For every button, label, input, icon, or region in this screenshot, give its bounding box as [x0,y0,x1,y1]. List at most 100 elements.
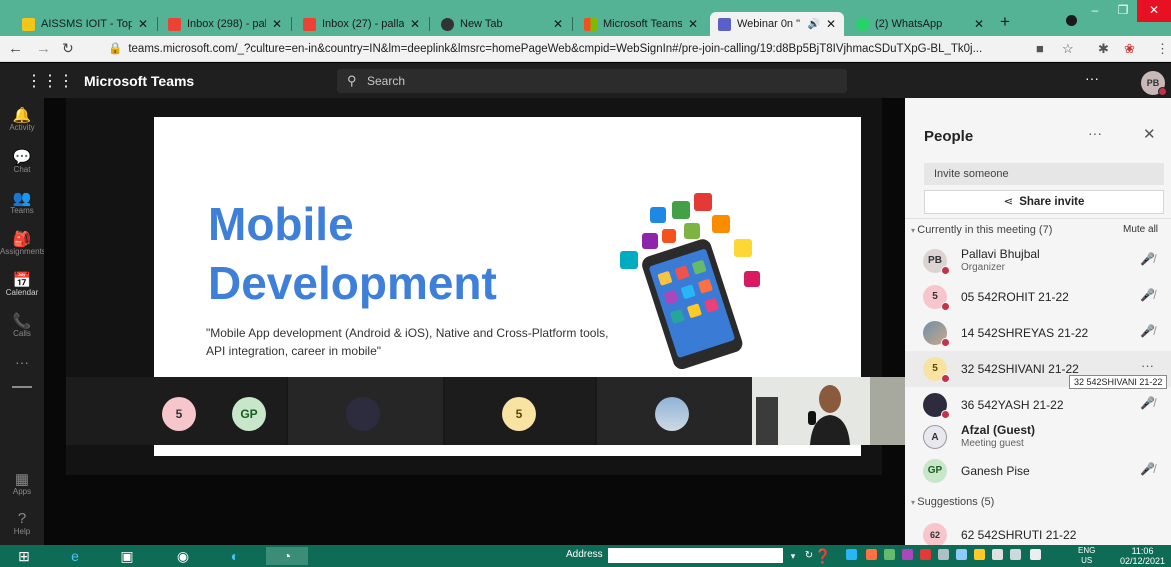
suggestion-row[interactable]: 62 62 542SHRUTI 21-22 [905,517,1171,545]
mic-muted-icon[interactable]: 🎤̸ [1140,396,1155,410]
camera-app-icon[interactable]: ◉ [172,547,194,565]
tray-icon[interactable] [974,549,985,560]
mic-muted-icon[interactable]: 🎤̸ [1140,252,1155,266]
mute-all-button[interactable]: Mute all [1123,224,1158,235]
back-icon[interactable]: ← [8,40,23,57]
language-indicator[interactable]: ENG US [1078,546,1095,566]
participant-row[interactable]: 36 542YASH 21-22 🎤̸ [905,387,1171,423]
notification-flag-icon[interactable] [1030,549,1041,560]
search-input[interactable]: ⚲ Search [337,69,847,93]
browser-tab-webinar[interactable]: Webinar 0n " 🔊 ✕ [710,12,844,36]
rail-item-help[interactable]: ? Help [0,510,44,536]
speaker-icon[interactable]: 🔊 [807,19,819,30]
participant-row[interactable]: 14 542SHREYAS 21-22 🎤̸ [905,315,1171,351]
participant-row[interactable]: 5 05 542ROHIT 21-22 🎤̸ [905,279,1171,315]
address-toolbar-input[interactable] [608,548,783,563]
help-tray-icon[interactable]: ❓ [813,547,833,565]
suggestions-label: Suggestions (5) [917,496,995,508]
rail-item-assignments[interactable]: 🎒 Assignments [0,230,46,256]
close-tab-icon[interactable]: ✕ [688,17,698,31]
browser-menu-icon[interactable]: ⋮ [1156,41,1169,57]
forward-icon[interactable]: → [36,40,51,57]
lock-icon: 🔒 [108,43,123,55]
extensions-icon[interactable]: ✱ [1098,41,1109,57]
my-avatar[interactable]: PB [1141,71,1167,96]
share-invite-button[interactable]: ⋖ Share invite [924,190,1164,214]
rail-item-apps[interactable]: ▦ Apps [0,470,44,496]
extension-icon[interactable]: ❀ [1124,41,1135,57]
participant-avatar-image [655,397,689,431]
apps-icon: ▦ [14,471,30,488]
bookmark-star-icon[interactable]: ☆ [1062,41,1074,57]
system-clock[interactable]: 11:06 02/12/2021 [1120,546,1165,566]
browser-tab-new-tab[interactable]: New Tab ✕ [433,12,571,36]
reload-icon[interactable]: ↻ [62,40,74,57]
rail-item-calls[interactable]: 📞 Calls [0,312,44,338]
edge-icon[interactable]: ◐ [224,547,246,565]
url-field[interactable]: 🔒 teams.microsoft.com/_?culture=en-in&cou… [108,39,1028,59]
browser-tab-whatsapp[interactable]: (2) WhatsApp ✕ [848,12,992,36]
browser-tab-strip: AISSMS IOIT - Top ✕ Inbox (298) - pallav… [0,0,1171,36]
tray-icon[interactable] [938,549,949,560]
participant-name: Afzal (Guest) [961,423,1036,437]
network-icon[interactable] [992,549,1003,560]
mic-muted-icon[interactable]: 🎤̸ [1140,462,1155,476]
participant-tile[interactable] [288,377,443,445]
browser-tab-gmail-2[interactable]: Inbox (27) - pallav ✕ [295,12,428,36]
browser-tab-gmail-1[interactable]: Inbox (298) - pallav ✕ [160,12,290,36]
close-tab-icon[interactable]: ✕ [826,17,836,31]
suggestions-section-header[interactable]: ▾ Suggestions (5) [911,496,994,508]
dropdown-icon[interactable]: ▾ [786,547,800,565]
in-meeting-section-header[interactable]: ▾ Currently in this meeting (7) [911,224,1052,236]
minimize-icon[interactable]: – [1081,0,1109,22]
participant-more-icon[interactable]: ··· [1141,358,1154,373]
windows-start-icon[interactable]: ⊞ [14,547,34,565]
close-panel-icon[interactable]: ✕ [1143,125,1156,143]
participant-row[interactable]: A Afzal (Guest) Meeting guest [905,419,1171,455]
rail-more-button[interactable]: ··· [0,354,44,370]
browser-tab-ms-teams[interactable]: Microsoft Teams S ✕ [576,12,706,36]
close-window-icon[interactable]: ✕ [1137,0,1171,22]
chrome-taskbar-icon[interactable]: ◔ [266,547,308,565]
rail-item-chat[interactable]: 💬 Chat [0,148,44,174]
teams-icon: 👥 [12,190,32,207]
participant-avatar-image [346,397,380,431]
invite-someone-input[interactable]: Invite someone [924,163,1164,185]
rail-item-calendar[interactable]: 📅 Calendar [0,271,44,297]
store-icon[interactable]: ▣ [116,547,138,565]
participant-tile[interactable]: 5 [445,377,595,445]
browser-tab-aissms[interactable]: AISSMS IOIT - Top ✕ [14,12,156,36]
tray-icon[interactable] [884,549,895,560]
tray-icon[interactable] [920,549,931,560]
people-panel: People ··· ✕ Invite someone ⋖ Share invit… [905,98,1171,545]
participant-row[interactable]: PB Pallavi Bhujbal Organizer 🎤̸ [905,243,1171,279]
avatar-initials: GP [927,465,943,476]
close-tab-icon[interactable]: ✕ [410,17,420,31]
close-tab-icon[interactable]: ✕ [138,17,148,31]
tray-icon[interactable] [846,549,857,560]
volume-icon[interactable] [1010,549,1021,560]
app-launcher-icon[interactable]: ⋮⋮⋮ [26,71,74,91]
mic-muted-icon[interactable]: 🎤̸ [1140,288,1155,302]
more-options-icon[interactable]: ··· [1085,70,1099,86]
participant-tile[interactable] [597,377,752,445]
participant-row[interactable]: GP Ganesh Pise 🎤̸ [905,453,1171,489]
participant-tile[interactable]: 5 GP [66,377,286,445]
rail-label: Assignments [0,247,46,256]
close-tab-icon[interactable]: ✕ [272,17,282,31]
close-tab-icon[interactable]: ✕ [974,17,984,31]
tray-icon[interactable] [866,549,877,560]
camera-blocked-icon[interactable]: ■ [1036,41,1044,56]
rail-item-activity[interactable]: 🔔 Activity [0,106,44,132]
speaker-video-tile[interactable] [752,377,905,445]
new-tab-button[interactable]: + [1000,12,1010,32]
rail-item-teams[interactable]: 👥 Teams [0,189,44,215]
close-tab-icon[interactable]: ✕ [553,17,563,31]
internet-explorer-icon[interactable]: e [64,547,86,565]
restore-icon[interactable]: ❐ [1109,0,1137,22]
tray-icon[interactable] [902,549,913,560]
tray-icon[interactable] [956,549,967,560]
mic-muted-icon[interactable]: 🎤̸ [1140,324,1155,338]
panel-more-icon[interactable]: ··· [1088,125,1102,141]
profile-dot-icon[interactable] [1066,15,1077,26]
